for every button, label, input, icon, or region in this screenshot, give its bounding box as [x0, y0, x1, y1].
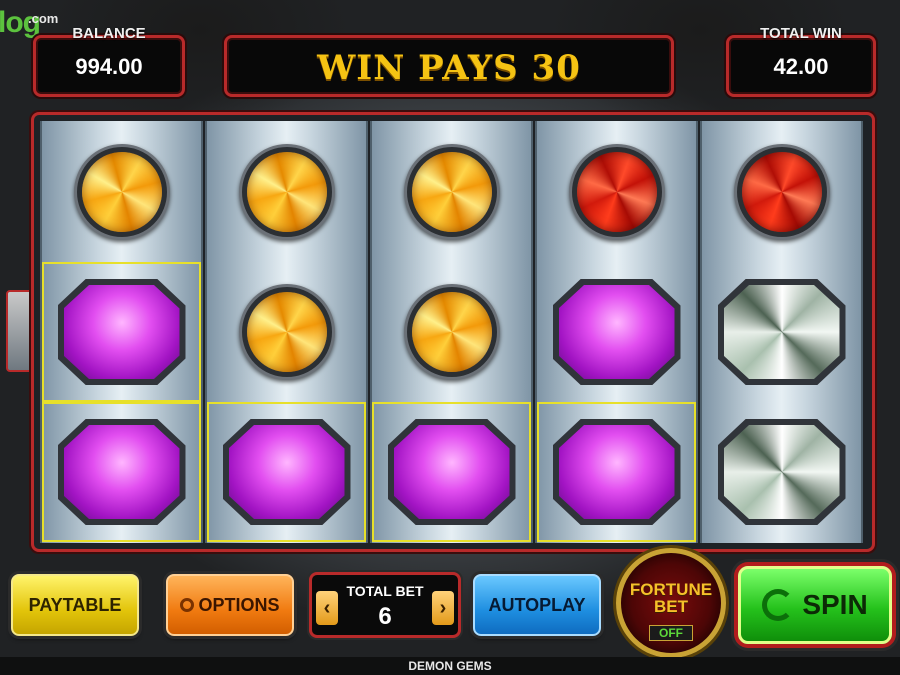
fortune-bet-button[interactable]: FORTUNE BET OFF	[616, 548, 726, 658]
win-message: WIN PAYS 30	[317, 48, 581, 88]
reel-cell	[207, 262, 366, 402]
side-menu-tab[interactable]	[6, 290, 32, 372]
paytable-label: PAYTABLE	[28, 594, 122, 615]
autoplay-button[interactable]: AUTOPLAY	[473, 574, 601, 636]
white-diamond-icon	[717, 279, 846, 385]
purple-gem-icon	[57, 419, 186, 525]
reel-cell	[207, 402, 366, 542]
reel-cell	[702, 402, 861, 542]
reel-cell	[372, 122, 531, 262]
orange-gem-icon	[238, 284, 335, 380]
fortune-bet-line1: FORTUNE	[629, 580, 713, 599]
purple-gem-icon	[552, 419, 681, 525]
reel-cell	[207, 122, 366, 262]
reel-5	[700, 121, 863, 543]
gear-icon	[180, 598, 195, 612]
total-win-label: TOTAL WIN	[760, 25, 842, 42]
reel-cell	[537, 402, 696, 542]
white-diamond-icon	[717, 419, 846, 525]
fortune-bet-line2: BET	[654, 597, 688, 616]
purple-gem-icon	[57, 279, 186, 385]
balance-panel: BALANCE 994.00	[33, 25, 185, 97]
orange-gem-icon	[403, 144, 500, 240]
balance-value: 994.00	[75, 54, 143, 79]
red-gem-icon	[568, 144, 665, 240]
red-gem-icon	[733, 144, 830, 240]
total-win-value: 42.00	[773, 54, 829, 79]
reel-4	[535, 121, 698, 543]
fortune-bet-state: OFF	[649, 625, 693, 641]
reel-cell	[42, 122, 201, 262]
purple-gem-icon	[387, 419, 516, 525]
reel-2	[205, 121, 368, 543]
reel-1	[40, 121, 203, 543]
orange-gem-icon	[73, 144, 170, 240]
reel-cell	[42, 402, 201, 542]
reel-cell	[42, 262, 201, 402]
win-message-panel: WIN PAYS 30	[224, 35, 674, 97]
paytable-button[interactable]: PAYTABLE	[11, 574, 139, 636]
fortune-bet-label: FORTUNE BET	[621, 581, 721, 615]
purple-gem-icon	[222, 419, 351, 525]
options-label: OPTIONS	[198, 594, 280, 615]
site-logo: log .com	[0, 8, 58, 38]
game-title: DEMON GEMS	[0, 657, 900, 675]
orange-gem-icon	[403, 284, 500, 380]
purple-gem-icon	[552, 279, 681, 385]
bet-increase-button[interactable]: ›	[432, 591, 454, 625]
reel-cell	[537, 262, 696, 402]
reel-cell	[702, 262, 861, 402]
total-win-panel: TOTAL WIN 42.00	[726, 25, 876, 97]
autoplay-label: AUTOPLAY	[488, 594, 586, 615]
reel-cell	[372, 402, 531, 542]
refresh-icon	[762, 589, 795, 621]
options-button[interactable]: OPTIONS	[166, 574, 294, 636]
reel-cell	[702, 122, 861, 262]
spin-label: SPIN	[802, 589, 868, 620]
total-bet-box: ‹ TOTAL BET 6 ›	[309, 572, 461, 638]
reel-cell	[537, 122, 696, 262]
reel-frame	[31, 112, 875, 552]
chevron-right-icon: ›	[439, 596, 447, 619]
orange-gem-icon	[238, 144, 335, 240]
reel-3	[370, 121, 533, 543]
balance-label: BALANCE	[72, 25, 146, 42]
reel-cell	[372, 262, 531, 402]
spin-button[interactable]: SPIN	[738, 566, 892, 644]
